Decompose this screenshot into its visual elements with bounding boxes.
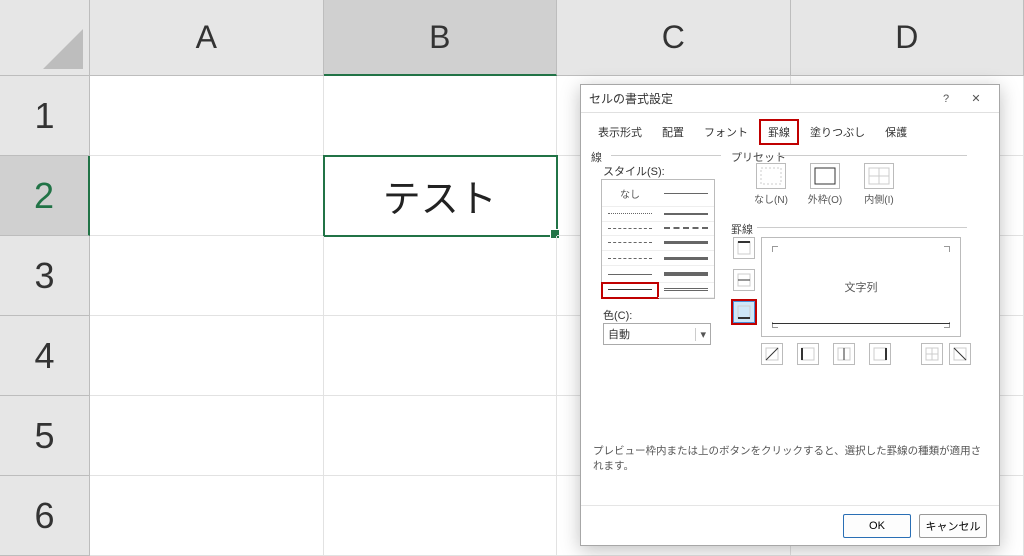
cell-A2[interactable]: [90, 156, 324, 236]
border-group: 罫線 文字列: [731, 221, 971, 381]
cell-B1[interactable]: [324, 76, 558, 156]
row-header-1[interactable]: 1: [0, 76, 90, 156]
cell-A6[interactable]: [90, 476, 324, 556]
border-hmiddle-button[interactable]: [733, 269, 755, 291]
dialog-titlebar[interactable]: セルの書式設定 ? ✕: [581, 85, 999, 113]
row-header-5[interactable]: 5: [0, 396, 90, 476]
line-style-6[interactable]: [602, 236, 658, 251]
ok-button[interactable]: OK: [843, 514, 911, 538]
close-button[interactable]: ✕: [961, 89, 991, 109]
preview-bottom-line: [772, 323, 950, 324]
line-style-7[interactable]: [658, 236, 714, 251]
row-header-3[interactable]: 3: [0, 236, 90, 316]
row-header-2[interactable]: 2: [0, 156, 90, 236]
help-button[interactable]: ?: [931, 89, 961, 109]
column-header-D[interactable]: D: [791, 0, 1024, 76]
line-group: 線 スタイル(S): なし 色(C): 自動: [591, 149, 721, 349]
line-style-3[interactable]: [658, 207, 714, 221]
tab-number-format[interactable]: 表示形式: [589, 119, 651, 145]
line-group-label: 線: [591, 149, 602, 165]
line-style-double[interactable]: [658, 283, 714, 298]
border-top-button[interactable]: [733, 237, 755, 259]
line-style-5[interactable]: [658, 222, 714, 236]
dialog-tabs: 表示形式 配置 フォント 罫線 塗りつぶし 保護: [581, 113, 999, 145]
row-header-4[interactable]: 4: [0, 316, 90, 396]
preset-none-icon: [756, 163, 786, 189]
preset-group: プリセット なし(N) 外枠(O) 内側(I): [731, 149, 971, 219]
color-dropdown[interactable]: 自動 ▾: [603, 323, 711, 345]
cell-A3[interactable]: [90, 236, 324, 316]
color-value: 自動: [608, 326, 630, 342]
border-vmiddle-button[interactable]: [833, 343, 855, 365]
cell-A4[interactable]: [90, 316, 324, 396]
preset-outline-icon: [810, 163, 840, 189]
preset-none[interactable]: なし(N): [753, 163, 789, 206]
row-header-6[interactable]: 6: [0, 476, 90, 556]
tab-fill[interactable]: 塗りつぶし: [801, 119, 874, 145]
border-diag-up-button[interactable]: [761, 343, 783, 365]
border-group-label: 罫線: [731, 221, 753, 237]
color-label: 色(C):: [603, 307, 632, 323]
cell-A1[interactable]: [90, 76, 324, 156]
border-all-button[interactable]: [921, 343, 943, 365]
border-preview[interactable]: 文字列: [761, 237, 961, 337]
line-style-1[interactable]: [658, 180, 714, 207]
cell-B5[interactable]: [324, 396, 558, 476]
preset-inside[interactable]: 内側(I): [861, 163, 897, 206]
tab-protection[interactable]: 保護: [876, 119, 916, 145]
dialog-footer: OK キャンセル: [581, 505, 999, 545]
line-style-10[interactable]: [602, 266, 658, 282]
preset-inside-icon: [864, 163, 894, 189]
tab-alignment[interactable]: 配置: [653, 119, 693, 145]
column-header-C[interactable]: C: [557, 0, 791, 76]
preview-text: 文字列: [845, 279, 878, 295]
line-style-none[interactable]: なし: [602, 180, 658, 207]
line-style-2[interactable]: [602, 207, 658, 221]
cancel-button[interactable]: キャンセル: [919, 514, 987, 538]
line-style-selected[interactable]: [602, 283, 658, 298]
select-all-corner[interactable]: [0, 0, 90, 76]
border-left-button[interactable]: [797, 343, 819, 365]
tab-border[interactable]: 罫線: [759, 119, 799, 145]
style-label: スタイル(S):: [603, 163, 665, 179]
preset-outline[interactable]: 外枠(O): [807, 163, 843, 206]
cell-B3[interactable]: [324, 236, 558, 316]
cell-B4[interactable]: [324, 316, 558, 396]
line-style-8[interactable]: [602, 251, 658, 266]
line-style-9[interactable]: [658, 251, 714, 266]
select-all-triangle-icon: [43, 29, 83, 69]
column-header-B[interactable]: B: [324, 0, 558, 76]
column-header-A[interactable]: A: [90, 0, 324, 76]
hint-text: プレビュー枠内または上のボタンをクリックすると、選択した罫線の種類が適用されます…: [593, 443, 987, 473]
border-diag-down-button[interactable]: [949, 343, 971, 365]
cell-B6[interactable]: [324, 476, 558, 556]
chevron-down-icon: ▾: [695, 328, 706, 341]
border-right-button[interactable]: [869, 343, 891, 365]
format-cells-dialog: セルの書式設定 ? ✕ 表示形式 配置 フォント 罫線 塗りつぶし 保護 線 ス…: [580, 84, 1000, 546]
line-style-4[interactable]: [602, 222, 658, 236]
border-bottom-button[interactable]: [733, 301, 755, 323]
tab-font[interactable]: フォント: [695, 119, 757, 145]
line-style-11[interactable]: [658, 266, 714, 282]
dialog-title: セルの書式設定: [589, 90, 931, 107]
cell-A5[interactable]: [90, 396, 324, 476]
line-style-list: なし: [601, 179, 715, 299]
cell-B2[interactable]: テスト: [324, 156, 558, 236]
